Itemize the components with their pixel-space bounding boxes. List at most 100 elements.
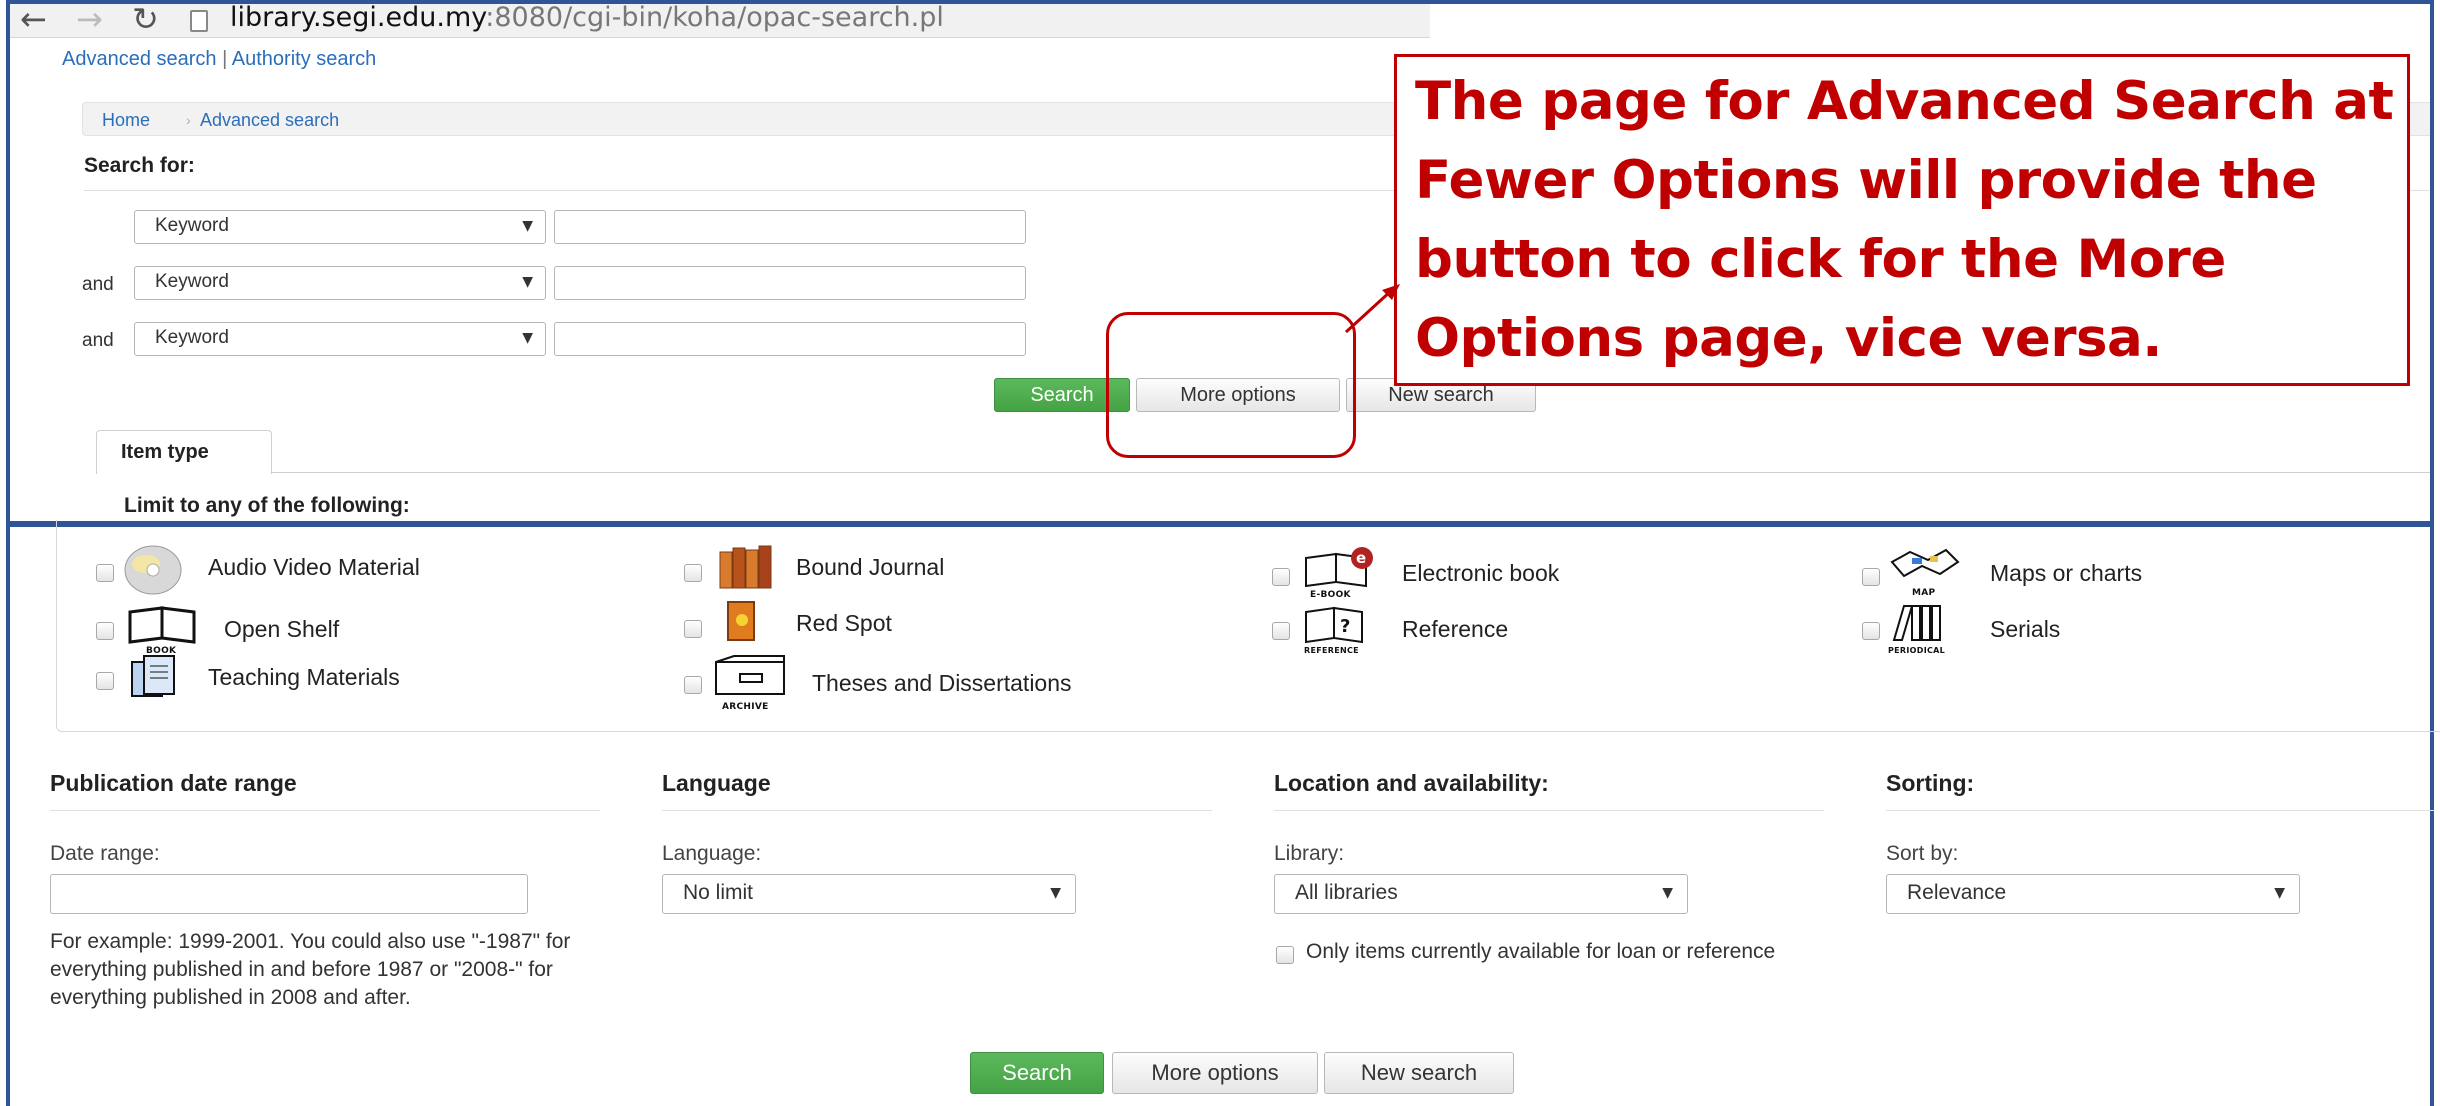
checkbox-maps-charts[interactable]: [1862, 568, 1880, 586]
limit-label: Limit to any of the following:: [124, 494, 410, 517]
icon-caption: E-BOOK: [1310, 590, 1351, 600]
item-type-label: Theses and Dissertations: [812, 670, 1072, 696]
item-type-label: Electronic book: [1402, 560, 1560, 586]
authority-search-link[interactable]: Authority search: [232, 48, 377, 70]
sorting-title: Sorting:: [1886, 770, 1975, 796]
sort-select[interactable]: Relevance ▼: [1886, 874, 2300, 914]
search-index-select-1[interactable]: Keyword ▼: [134, 210, 546, 244]
checkbox-open-shelf[interactable]: [96, 622, 114, 640]
url-path: :8080/cgi-bin/koha/opac-search.pl: [485, 2, 944, 33]
callout-text: The page for Advanced Search at Fewer Op…: [1415, 71, 2394, 369]
dropdown-arrow-icon: ▼: [1050, 885, 1061, 901]
library-select[interactable]: All libraries ▼: [1274, 874, 1688, 914]
search-button[interactable]: Search: [970, 1052, 1104, 1094]
checkbox-audio-video[interactable]: [96, 564, 114, 582]
page-icon: [190, 10, 208, 32]
item-type-label: Open Shelf: [224, 616, 340, 642]
back-arrow-icon[interactable]: ←: [20, 4, 47, 38]
item-type-label: Reference: [1402, 616, 1509, 642]
search-index-select-2[interactable]: Keyword ▼: [134, 266, 546, 300]
sort-by-label: Sort by:: [1886, 842, 1959, 865]
item-type-panel: [56, 520, 2440, 732]
checkbox-electronic-book[interactable]: [1272, 568, 1290, 586]
conjunction-label: and: [82, 274, 114, 295]
cd-disc-icon: [124, 545, 182, 595]
language-select[interactable]: No limit ▼: [662, 874, 1076, 914]
teaching-folder-icon: [131, 655, 175, 697]
reload-icon[interactable]: ↻: [132, 4, 159, 38]
date-range-label: Date range:: [50, 842, 160, 865]
divider: [50, 810, 600, 811]
ebook-icon: e: [1305, 547, 1373, 588]
search-for-label: Search for:: [84, 154, 195, 177]
search-term-input-2[interactable]: [554, 266, 1026, 300]
checkbox-serials[interactable]: [1862, 622, 1880, 640]
search-index-value: Keyword: [155, 215, 229, 236]
breadcrumb-home[interactable]: Home: [102, 110, 150, 131]
dropdown-arrow-icon: ▼: [2274, 885, 2285, 901]
dropdown-arrow-icon: ▼: [1662, 885, 1673, 901]
forward-arrow-icon[interactable]: →: [76, 4, 103, 38]
callout-arrow-icon: [1344, 284, 1400, 334]
item-type-label: Maps or charts: [1990, 560, 2143, 586]
book-icon: [128, 606, 196, 644]
date-range-help: For example: 1999-2001. You could also u…: [50, 930, 571, 1009]
red-spot-book-icon: [727, 601, 755, 641]
search-index-value: Keyword: [155, 271, 229, 292]
new-search-button[interactable]: New search: [1324, 1052, 1514, 1094]
dropdown-arrow-icon: ▼: [522, 274, 533, 290]
search-index-value: Keyword: [155, 327, 229, 348]
publication-title: Publication date range: [50, 770, 297, 796]
dropdown-arrow-icon: ▼: [522, 218, 533, 234]
item-type-label: Bound Journal: [796, 554, 945, 580]
search-term-input-1[interactable]: [554, 210, 1026, 244]
svg-text:e: e: [1356, 549, 1366, 567]
checkbox-red-spot[interactable]: [684, 620, 702, 638]
available-only-label: Only items currently available for loan …: [1306, 940, 1776, 963]
library-label: Library:: [1274, 842, 1345, 865]
link-separator: |: [222, 48, 228, 70]
svg-text:?: ?: [1340, 616, 1350, 637]
breadcrumb-advanced[interactable]: Advanced search: [200, 110, 339, 131]
top-links: Advanced search | Authority search: [62, 48, 376, 71]
breadcrumb-separator: ›: [186, 112, 191, 128]
checkbox-bound-journal[interactable]: [684, 564, 702, 582]
tab-item-type[interactable]: Item type: [96, 430, 272, 474]
date-range-input[interactable]: [50, 874, 528, 914]
library-selected: All libraries: [1295, 881, 1398, 904]
callout-highlight-ring: [1106, 312, 1356, 458]
dropdown-arrow-icon: ▼: [522, 330, 533, 346]
map-icon: [1890, 548, 1960, 578]
icon-caption: MAP: [1912, 588, 1936, 598]
url-bar[interactable]: library.segi.edu.my:8080/cgi-bin/koha/op…: [230, 2, 944, 33]
archive-box-icon: [715, 655, 785, 695]
checkbox-reference[interactable]: [1272, 622, 1290, 640]
location-title: Location and availability:: [1274, 770, 1549, 796]
item-type-label: Red Spot: [796, 610, 892, 636]
tab-divider: [272, 472, 2430, 473]
sort-selected: Relevance: [1907, 881, 2007, 904]
language-title: Language: [662, 770, 771, 796]
divider: [1274, 810, 1824, 811]
periodical-icon: [1892, 605, 1941, 641]
divider: [1886, 810, 2434, 811]
checkbox-theses[interactable]: [684, 676, 702, 694]
language-selected: No limit: [683, 881, 754, 904]
bound-journal-icon: [719, 545, 772, 589]
item-type-label: Teaching Materials: [208, 664, 400, 690]
icon-caption: REFERENCE: [1304, 646, 1359, 655]
item-type-label: Serials: [1990, 616, 2061, 642]
language-label: Language:: [662, 842, 762, 865]
icon-caption: PERIODICAL: [1888, 646, 1946, 655]
conjunction-label: and: [82, 330, 114, 351]
reference-book-icon: ?: [1305, 606, 1363, 644]
icon-caption: ARCHIVE: [722, 702, 769, 712]
checkbox-teaching-materials[interactable]: [96, 672, 114, 690]
search-index-select-3[interactable]: Keyword ▼: [134, 322, 546, 356]
search-term-input-3[interactable]: [554, 322, 1026, 356]
more-options-button[interactable]: More options: [1112, 1052, 1318, 1094]
url-host: library.segi.edu.my: [230, 2, 486, 33]
advanced-search-link[interactable]: Advanced search: [62, 48, 217, 70]
divider: [662, 810, 1212, 811]
item-type-label: Audio Video Material: [208, 554, 420, 580]
